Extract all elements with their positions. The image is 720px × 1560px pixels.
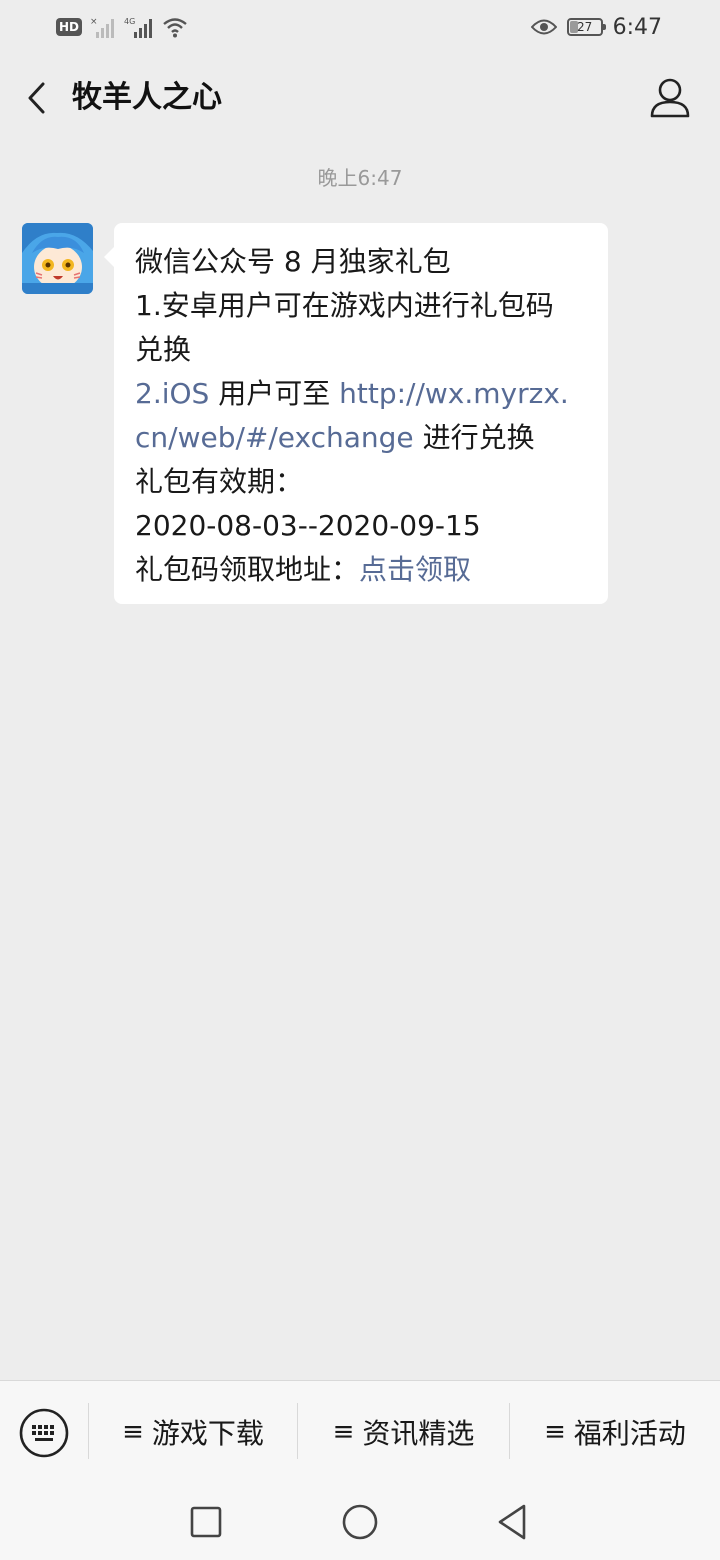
menu-item-label: 资讯精选 [362,1417,475,1450]
signal-4g-icon: 4G [124,17,153,38]
status-bar: HD × 4G 27 6:47 [0,0,720,54]
chat-header: 牧羊人之心 [0,54,720,142]
menu-bar: ≡ 游戏下载 ≡ 资讯精选 ≡ 福利活动 [0,1380,720,1483]
battery-level: 27 [576,20,593,34]
wifi-icon [163,18,187,38]
message-line: 1.安卓用户可在游戏内进行礼包码 [135,289,554,322]
menu-list-icon: ≡ [544,1417,566,1447]
triangle-back-icon [498,1504,526,1540]
menu-list-icon: ≡ [122,1417,144,1447]
menu-item-benefits[interactable]: ≡ 福利活动 [510,1381,720,1483]
exchange-url-link-cont[interactable]: cn/web/#/exchange [135,421,414,454]
person-icon [650,78,690,118]
ios-link[interactable]: 2.iOS [135,377,209,410]
system-nav-bar [0,1482,720,1560]
eye-icon [530,19,557,35]
circle-icon [342,1504,378,1540]
message-bubble[interactable]: 微信公众号 8 月独家礼包 1.安卓用户可在游戏内进行礼包码 兑换 2.iOS … [104,223,608,604]
battery-icon: 27 [566,18,606,36]
message-text: 用户可至 [209,377,340,410]
status-right: 27 6:47 [530,12,662,42]
message-line: 礼包码领取地址：点击领取 [135,548,588,592]
message-line: 2.iOS 用户可至 http://wx.myrzx. [135,372,588,416]
claim-link[interactable]: 点击领取 [359,553,471,586]
home-button[interactable] [338,1500,382,1544]
message-text: 礼包码领取地址： [135,553,360,586]
square-icon [190,1506,222,1538]
menu-item-game-download[interactable]: ≡ 游戏下载 [89,1381,297,1483]
chevron-left-icon [28,82,45,114]
message-line: 微信公众号 8 月独家礼包 [135,245,451,278]
exchange-url-link[interactable]: http://wx.myrzx. [339,377,569,410]
message-line: 兑换 [135,333,192,366]
message-text: 进行兑换 [413,421,535,454]
back-button[interactable] [14,74,62,122]
svg-text:4G: 4G [124,17,135,26]
signal-off-icon: × [90,17,115,38]
profile-button[interactable] [644,72,696,124]
svg-text:×: × [90,17,98,27]
menu-item-label: 游戏下载 [151,1417,264,1450]
message-line: 2020-08-03--2020-09-15 [135,509,481,542]
avatar[interactable] [22,223,93,294]
anime-girl-avatar-icon [22,223,93,294]
message-timestamp: 晚上6:47 [317,166,403,190]
keyboard-icon [19,1408,69,1458]
chat-title: 牧羊人之心 [72,80,222,115]
menu-item-news[interactable]: ≡ 资讯精选 [298,1381,509,1483]
hd-badge: HD [56,18,83,36]
menu-item-label: 福利活动 [573,1417,686,1450]
menu-list-icon: ≡ [332,1417,355,1447]
message-line: cn/web/#/exchange 进行兑换 [135,416,588,460]
keyboard-toggle-button[interactable] [18,1407,70,1459]
message-line: 礼包有效期： [135,465,304,498]
status-time: 6:47 [612,14,662,40]
system-back-button[interactable] [492,1500,536,1544]
recent-apps-button[interactable] [184,1500,228,1544]
status-left: HD × 4G [56,14,188,40]
